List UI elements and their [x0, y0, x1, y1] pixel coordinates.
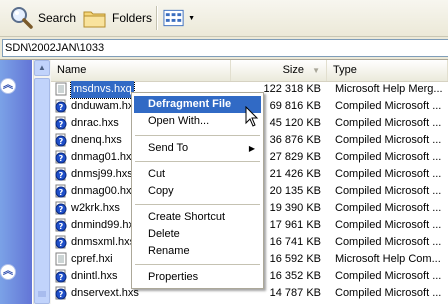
svg-text:?: ?	[59, 137, 64, 146]
toolbar: Search Folders ▼	[0, 0, 448, 37]
folders-icon	[83, 11, 106, 28]
compiled-help-icon: ?	[55, 116, 67, 130]
file-type: Compiled Microsoft ...	[335, 100, 442, 112]
file-name: msdnvs.hxq	[70, 81, 135, 99]
sort-descending-icon: ▼	[312, 66, 320, 75]
collapse-up-icon[interactable]: ︽	[0, 78, 16, 94]
file-name: dnmag01.hxs	[71, 151, 138, 163]
menu-item-open-with[interactable]: Open With...	[134, 113, 261, 130]
file-type: Compiled Microsoft ...	[335, 117, 442, 129]
menu-item-defragment-file[interactable]: Defragment File	[134, 96, 261, 113]
column-header-size[interactable]: Size ▼	[231, 60, 327, 81]
file-type: Compiled Microsoft ...	[335, 134, 442, 146]
menu-item-copy[interactable]: Copy	[134, 183, 261, 200]
search-icon	[11, 7, 33, 29]
svg-text:?: ?	[59, 171, 64, 180]
file-name: dnmsj99.hxs	[71, 168, 133, 180]
file-name: dnmind99.hxs	[71, 219, 140, 231]
menu-item-rename[interactable]: Rename	[134, 243, 261, 260]
views-button[interactable]: ▼	[163, 4, 195, 32]
compiled-help-icon: ?	[55, 167, 67, 181]
column-header-size-label: Size	[282, 64, 304, 76]
svg-text:?: ?	[59, 239, 64, 248]
compiled-help-icon: ?	[55, 201, 67, 215]
file-type: Microsoft Help Merg...	[335, 83, 443, 95]
compiled-help-icon: ?	[55, 235, 67, 249]
file-type: Compiled Microsoft ...	[335, 287, 442, 299]
toolbar-separator	[156, 6, 157, 30]
column-header-name[interactable]: Name	[51, 60, 231, 81]
file-name: dnintl.hxs	[71, 270, 118, 282]
svg-text:?: ?	[59, 290, 64, 299]
column-headers: Name Size ▼ Type	[51, 60, 448, 82]
compiled-help-icon: ?	[55, 99, 67, 113]
svg-text:?: ?	[59, 103, 64, 112]
scroll-thumb[interactable]	[34, 78, 50, 304]
search-button[interactable]: Search	[8, 4, 76, 32]
compiled-help-icon: ?	[55, 269, 67, 283]
folders-label: Folders	[112, 11, 153, 25]
collapse-up-icon[interactable]: ︽	[0, 264, 16, 280]
file-name: dnmsxml.hxs	[71, 236, 136, 248]
compiled-help-icon: ?	[55, 286, 67, 300]
svg-text:?: ?	[59, 154, 64, 163]
file-type: Compiled Microsoft ...	[335, 219, 442, 231]
file-name: dnenq.hxs	[71, 134, 122, 146]
compiled-help-icon: ?	[55, 133, 67, 147]
file-type: Compiled Microsoft ...	[335, 270, 442, 282]
menu-item-properties[interactable]: Properties	[134, 269, 261, 286]
compiled-help-icon: ?	[55, 150, 67, 164]
file-name: dnmag00.hxs	[71, 185, 138, 197]
views-icon	[163, 9, 184, 27]
svg-text:?: ?	[59, 222, 64, 231]
chevron-down-icon: ▼	[188, 14, 195, 22]
grip-icon	[38, 291, 46, 297]
menu-item-delete[interactable]: Delete	[134, 226, 261, 243]
column-header-type[interactable]: Type	[327, 60, 448, 81]
compiled-help-icon: ?	[55, 218, 67, 232]
menu-item-cut[interactable]: Cut	[134, 166, 261, 183]
menu-item-create-shortcut[interactable]: Create Shortcut	[134, 209, 261, 226]
svg-text:?: ?	[59, 188, 64, 197]
address-field[interactable]: SDN\2002JAN\1033	[2, 39, 448, 57]
help-index-icon	[55, 252, 67, 266]
help-file-icon	[55, 82, 67, 96]
menu-separator	[135, 264, 260, 265]
menu-item-send-to-label: Send To	[148, 142, 189, 154]
submenu-arrow-icon: ▶	[248, 144, 255, 153]
compiled-help-icon: ?	[55, 184, 67, 198]
svg-text:?: ?	[59, 205, 64, 214]
address-bar: SDN\2002JAN\1033	[0, 37, 448, 60]
file-type: Microsoft Help Com...	[335, 253, 441, 265]
menu-separator	[135, 135, 260, 136]
folders-button[interactable]: Folders	[82, 4, 152, 32]
task-pane: ︽ ︽	[0, 60, 32, 304]
menu-item-send-to[interactable]: Send To ▶	[134, 140, 261, 157]
file-type: Compiled Microsoft ...	[335, 168, 442, 180]
file-type: Compiled Microsoft ...	[335, 236, 442, 248]
search-label: Search	[38, 11, 77, 25]
file-name: cpref.hxi	[71, 253, 113, 265]
file-type: Compiled Microsoft ...	[335, 185, 442, 197]
file-name: dnrac.hxs	[71, 117, 119, 129]
file-type: Compiled Microsoft ...	[335, 202, 442, 214]
file-name: w2krk.hxs	[71, 202, 120, 214]
mouse-cursor-icon	[245, 106, 259, 127]
svg-text:?: ?	[59, 273, 64, 282]
vertical-scrollbar[interactable]: ▲	[33, 60, 51, 304]
svg-text:?: ?	[59, 120, 64, 129]
file-type: Compiled Microsoft ...	[335, 151, 442, 163]
menu-separator	[135, 204, 260, 205]
scroll-up-button[interactable]: ▲	[34, 60, 50, 76]
file-name: dnduwam.hxs	[71, 100, 139, 112]
menu-separator	[135, 161, 260, 162]
file-name: dnservext.hxs	[71, 287, 139, 299]
